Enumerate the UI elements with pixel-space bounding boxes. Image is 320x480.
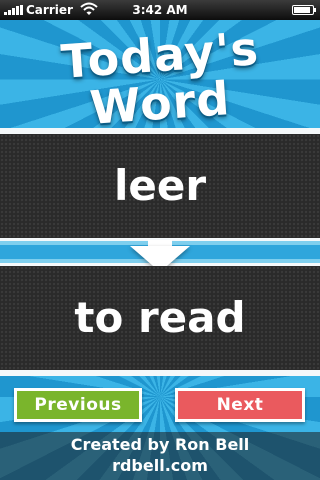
battery-icon bbox=[292, 5, 316, 15]
status-time: 3:42 AM bbox=[132, 3, 188, 17]
credits-bar: Created by Ron Bell rdbell.com bbox=[0, 432, 320, 480]
battery-level bbox=[294, 7, 310, 13]
credit-author: Created by Ron Bell bbox=[70, 435, 250, 454]
previous-button[interactable]: Previous bbox=[14, 388, 142, 422]
word-term: leer bbox=[113, 161, 207, 210]
word-translation: to read bbox=[74, 293, 246, 342]
next-button[interactable]: Next bbox=[175, 388, 305, 422]
word-panel: leer bbox=[0, 134, 320, 238]
header: Today's Word bbox=[0, 20, 320, 128]
credit-website[interactable]: rdbell.com bbox=[0, 456, 320, 475]
status-bar: Carrier 3:42 AM bbox=[0, 0, 320, 20]
translation-panel: to read bbox=[0, 266, 320, 370]
